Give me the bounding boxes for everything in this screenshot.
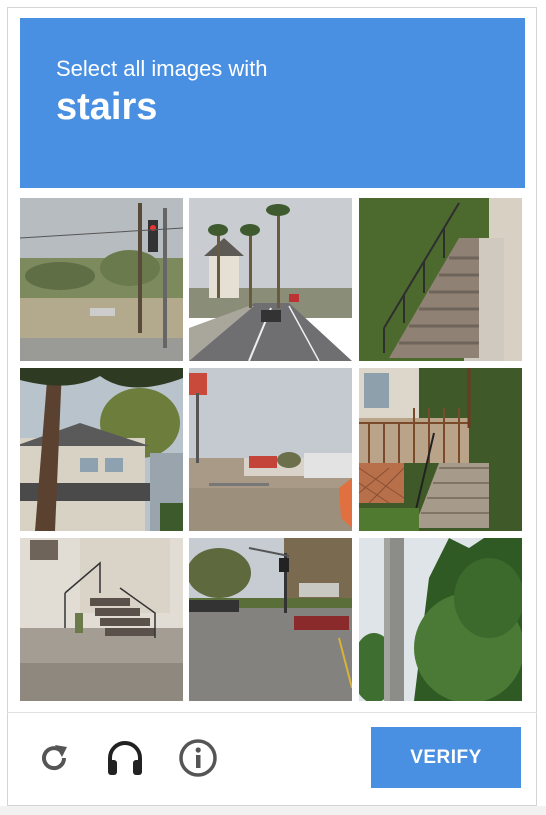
tile-image <box>359 538 522 701</box>
instruction-header: Select all images with stairs <box>20 18 525 188</box>
bottom-edge <box>0 806 546 815</box>
audio-challenge-button[interactable] <box>105 738 145 778</box>
footer-divider <box>7 712 537 713</box>
info-button[interactable] <box>178 738 218 778</box>
image-tile[interactable] <box>20 198 183 361</box>
image-tile[interactable] <box>359 198 522 361</box>
tile-image <box>20 368 183 531</box>
tile-image <box>189 538 352 701</box>
image-tile[interactable] <box>189 538 352 701</box>
image-tile[interactable] <box>20 368 183 531</box>
tile-image <box>189 368 352 531</box>
info-icon <box>179 739 217 777</box>
reload-button[interactable] <box>34 738 74 778</box>
image-tile[interactable] <box>189 198 352 361</box>
image-tile[interactable] <box>189 368 352 531</box>
verify-button[interactable]: VERIFY <box>371 727 521 788</box>
tile-image <box>359 368 522 531</box>
tile-image <box>20 198 183 361</box>
tile-image <box>20 538 183 701</box>
reload-icon <box>42 745 67 771</box>
image-grid <box>20 198 522 702</box>
headphones-icon <box>108 741 142 775</box>
image-tile[interactable] <box>359 368 522 531</box>
image-tile[interactable] <box>20 538 183 701</box>
instruction-text: Select all images with <box>56 56 268 81</box>
tile-image <box>359 198 522 361</box>
image-tile[interactable] <box>359 538 522 701</box>
instruction-keyword: stairs <box>56 86 158 128</box>
tile-image <box>189 198 352 361</box>
